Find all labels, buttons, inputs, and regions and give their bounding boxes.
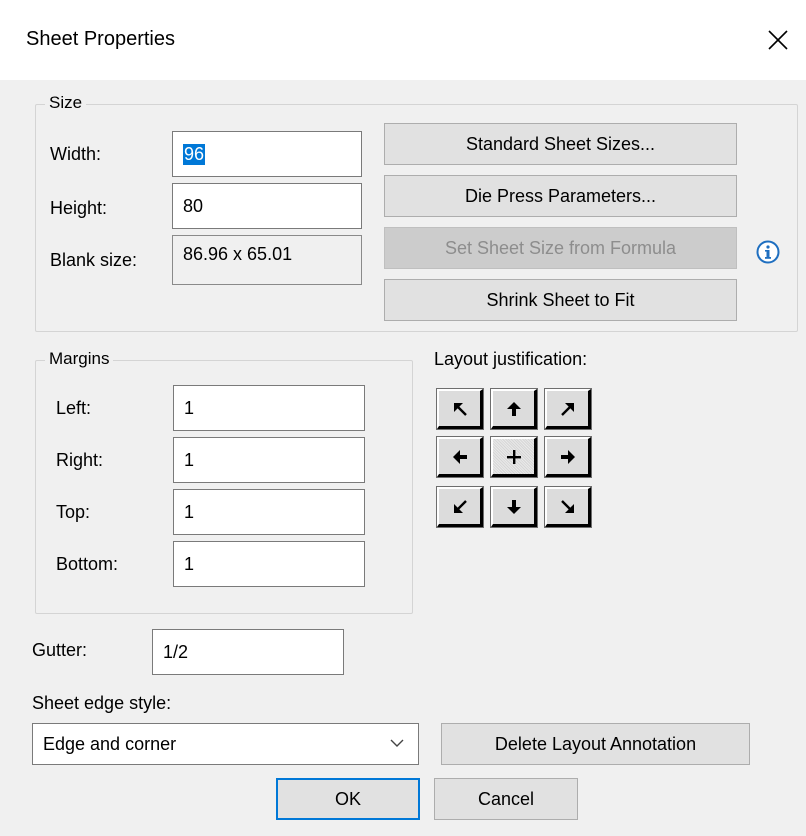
info-icon[interactable] — [756, 240, 780, 264]
justify-bottom-left-button[interactable] — [436, 486, 484, 528]
shrink-sheet-to-fit-button[interactable]: Shrink Sheet to Fit — [384, 279, 737, 321]
arrow-down-left-icon — [453, 499, 467, 513]
delete-layout-annotation-button[interactable]: Delete Layout Annotation — [441, 723, 750, 765]
sheet-edge-style-select[interactable]: Edge and corner — [32, 723, 419, 765]
bottom-margin-value: 1 — [184, 553, 195, 574]
dialog-title: Sheet Properties — [26, 28, 175, 50]
margins-legend: Margins — [45, 349, 114, 369]
arrow-right-icon — [560, 449, 575, 464]
die-press-parameters-button[interactable]: Die Press Parameters... — [384, 175, 737, 217]
gutter-label: Gutter: — [32, 640, 88, 660]
arrow-up-left-icon — [453, 402, 467, 416]
standard-sheet-sizes-button[interactable]: Standard Sheet Sizes... — [384, 123, 737, 165]
top-margin-label: Top: — [56, 502, 91, 522]
arrow-down-right-icon — [560, 499, 574, 513]
right-margin-input[interactable]: 1 — [173, 437, 365, 483]
cancel-button[interactable]: Cancel — [434, 778, 578, 820]
justify-right-button[interactable] — [544, 436, 592, 478]
chevron-down-icon — [390, 739, 404, 747]
left-margin-value: 1 — [184, 397, 195, 418]
justify-bottom-right-button[interactable] — [544, 486, 592, 528]
sheet-edge-style-label: Sheet edge style: — [32, 693, 172, 713]
top-margin-value: 1 — [184, 501, 195, 522]
width-value: 96 — [183, 143, 206, 165]
plus-center-icon — [506, 449, 521, 464]
gutter-value: 1/2 — [163, 641, 189, 662]
blank-size-field: 86.96 x 65.01 — [172, 235, 362, 285]
bottom-margin-input[interactable]: 1 — [173, 541, 365, 587]
top-margin-input[interactable]: 1 — [173, 489, 365, 535]
sheet-properties-dialog: Sheet Properties Size Width: 96 Height: … — [0, 0, 806, 836]
height-value: 80 — [183, 195, 204, 216]
width-input[interactable]: 96 — [172, 131, 362, 177]
justify-top-button[interactable] — [490, 388, 538, 430]
height-label: Height: — [50, 198, 108, 218]
arrow-left-icon — [452, 449, 467, 464]
size-legend: Size — [45, 93, 87, 113]
blank-size-value: 86.96 x 65.01 — [183, 244, 293, 264]
arrow-up-icon — [506, 401, 521, 416]
close-icon — [768, 30, 788, 50]
layout-justification-label: Layout justification: — [434, 349, 588, 369]
bottom-margin-label: Bottom: — [56, 554, 119, 574]
height-input[interactable]: 80 — [172, 183, 362, 229]
justify-left-button[interactable] — [436, 436, 484, 478]
title-bar: Sheet Properties — [0, 0, 806, 80]
ok-button[interactable]: OK — [276, 778, 420, 820]
width-label: Width: — [50, 144, 102, 164]
right-margin-label: Right: — [56, 450, 104, 470]
justify-top-right-button[interactable] — [544, 388, 592, 430]
set-size-from-formula-button[interactable]: Set Sheet Size from Formula — [384, 227, 737, 269]
justify-top-left-button[interactable] — [436, 388, 484, 430]
left-margin-input[interactable]: 1 — [173, 385, 365, 431]
close-button[interactable] — [760, 22, 796, 58]
left-margin-label: Left: — [56, 398, 92, 418]
sheet-edge-style-value: Edge and corner — [43, 733, 177, 754]
right-margin-value: 1 — [184, 449, 195, 470]
justify-bottom-button[interactable] — [490, 486, 538, 528]
gutter-input[interactable]: 1/2 — [152, 629, 344, 675]
arrow-up-right-icon — [560, 402, 574, 416]
arrow-down-icon — [506, 499, 521, 514]
justify-center-button[interactable] — [490, 436, 538, 478]
blank-size-label: Blank size: — [50, 250, 138, 270]
